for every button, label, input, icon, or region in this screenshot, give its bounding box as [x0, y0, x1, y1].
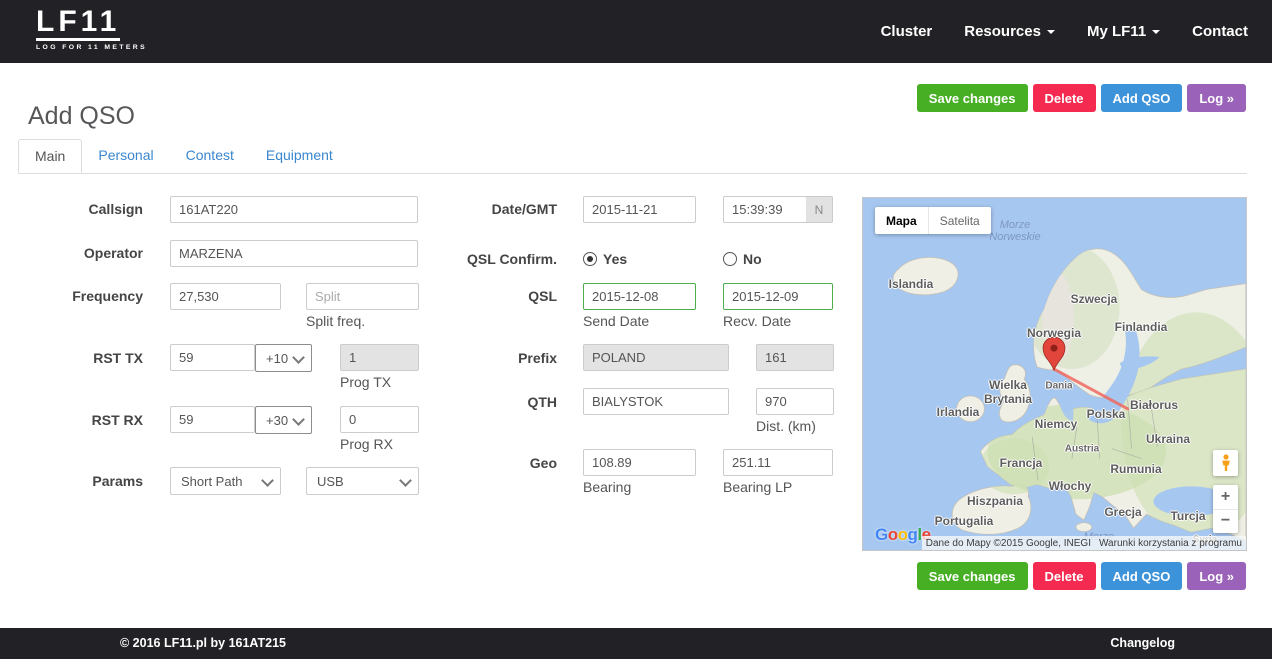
- add-qso-button-bottom[interactable]: Add QSO: [1101, 562, 1183, 590]
- mode-select-wrap: USB: [306, 467, 419, 495]
- tab-personal[interactable]: Personal: [82, 139, 169, 173]
- rst-rx-offset-select-wrap: +30: [255, 406, 312, 434]
- prog-rx-help: Prog RX: [340, 436, 393, 452]
- pegman-icon: [1220, 454, 1232, 472]
- nav-item-my-lf11[interactable]: My LF11: [1087, 23, 1160, 40]
- prog-tx-help: Prog TX: [340, 374, 391, 390]
- time-addon[interactable]: N: [806, 196, 833, 223]
- prog-rx-input[interactable]: [340, 406, 419, 433]
- date-input[interactable]: [583, 196, 696, 223]
- google-map[interactable]: Morze NorweskieIslandiaSzwecjaFinlandiaN…: [862, 197, 1247, 551]
- callsign-input[interactable]: [170, 196, 418, 223]
- log-button-bottom[interactable]: Log »: [1187, 562, 1246, 590]
- page-title: Add QSO: [28, 102, 135, 131]
- geo-label: Geo: [440, 455, 557, 472]
- rst-rx-offset-select[interactable]: +30: [255, 406, 312, 434]
- radio-no-input[interactable]: [723, 252, 737, 266]
- frequency-input[interactable]: [170, 283, 281, 310]
- params-label: Params: [28, 473, 143, 490]
- rst-rx-label: RST RX: [28, 412, 143, 429]
- nav-item-contact[interactable]: Contact: [1192, 23, 1248, 40]
- logo[interactable]: LF11 LOG FOR 11 METERS: [36, 7, 147, 51]
- map-terms-link[interactable]: Warunki korzystania z programu: [1099, 538, 1242, 549]
- actions-top: Save changes Delete Add QSO Log »: [917, 84, 1246, 112]
- recv-date-help: Recv. Date: [723, 313, 791, 329]
- rst-tx-offset-select-wrap: +10: [255, 344, 312, 372]
- logo-divider: [36, 38, 120, 41]
- rst-tx-label: RST TX: [28, 350, 143, 367]
- qsl-confirm-no-radio[interactable]: No: [723, 251, 762, 267]
- map-zoom-control: + −: [1213, 485, 1238, 533]
- distance-help: Dist. (km): [756, 418, 816, 434]
- prefix-code-input: [756, 344, 834, 371]
- prog-tx-input: [340, 344, 419, 371]
- rst-tx-input[interactable]: [170, 344, 255, 371]
- nav-item-cluster[interactable]: Cluster: [881, 23, 933, 40]
- tab-main[interactable]: Main: [18, 139, 82, 173]
- zoom-out-button[interactable]: −: [1213, 510, 1238, 534]
- delete-button-bottom[interactable]: Delete: [1033, 562, 1096, 590]
- date-gmt-label: Date/GMT: [440, 201, 557, 218]
- caret-down-icon: [1047, 30, 1055, 34]
- map-data-credit: Dane do Mapy ©2015 Google, INEGI: [926, 538, 1091, 549]
- path-select-wrap: Short Path: [170, 467, 281, 495]
- changelog-link[interactable]: Changelog: [1110, 636, 1175, 650]
- pegman-control[interactable]: [1213, 450, 1238, 476]
- frequency-label: Frequency: [28, 288, 143, 305]
- path-select[interactable]: Short Path: [170, 467, 281, 495]
- qsl-send-date-input[interactable]: [583, 283, 696, 310]
- split-freq-input[interactable]: [306, 283, 419, 310]
- map-canvas: [863, 198, 1246, 550]
- qsl-confirm-yes-radio[interactable]: Yes: [583, 251, 627, 267]
- tab-contest[interactable]: Contest: [170, 139, 250, 173]
- distance-input[interactable]: [756, 388, 834, 415]
- qsl-confirm-label: QSL Confirm.: [440, 251, 557, 268]
- log-button[interactable]: Log »: [1187, 84, 1246, 112]
- send-date-help: Send Date: [583, 313, 649, 329]
- footer: © 2016 LF11.pl by 161AT215 Changelog: [0, 628, 1272, 659]
- copyright-text: © 2016 LF11.pl by 161AT215: [120, 636, 286, 650]
- bearing-help: Bearing: [583, 479, 631, 495]
- logo-subtitle: LOG FOR 11 METERS: [36, 44, 147, 51]
- map-button[interactable]: Mapa: [875, 207, 928, 234]
- mode-select[interactable]: USB: [306, 467, 419, 495]
- bearing-lp-input[interactable]: [723, 449, 833, 476]
- prefix-country-input: [583, 344, 729, 371]
- bearing-lp-help: Bearing LP: [723, 479, 792, 495]
- bearing-input[interactable]: [583, 449, 696, 476]
- qth-label: QTH: [440, 394, 557, 411]
- logo-title: LF11: [36, 7, 147, 37]
- rst-rx-input[interactable]: [170, 406, 255, 433]
- zoom-in-button[interactable]: +: [1213, 485, 1238, 510]
- operator-input[interactable]: [170, 240, 418, 267]
- delete-button[interactable]: Delete: [1033, 84, 1096, 112]
- time-input[interactable]: [723, 196, 807, 223]
- navbar: LF11 LOG FOR 11 METERS Cluster Resources…: [0, 0, 1272, 63]
- tab-bar: Main Personal Contest Equipment: [18, 139, 1247, 174]
- rst-tx-offset-select[interactable]: +10: [255, 344, 312, 372]
- page: LF11 LOG FOR 11 METERS Cluster Resources…: [0, 0, 1272, 659]
- nav-item-resources[interactable]: Resources: [964, 23, 1055, 40]
- map-type-switcher: Mapa Satelita: [875, 207, 991, 234]
- caret-down-icon: [1152, 30, 1160, 34]
- satellite-button[interactable]: Satelita: [928, 207, 991, 234]
- tab-equipment[interactable]: Equipment: [250, 139, 349, 173]
- qsl-recv-date-input[interactable]: [723, 283, 833, 310]
- operator-label: Operator: [28, 245, 143, 262]
- split-freq-help: Split freq.: [306, 313, 365, 329]
- radio-yes-input[interactable]: [583, 252, 597, 266]
- actions-bottom: Save changes Delete Add QSO Log »: [917, 562, 1246, 590]
- map-attribution: Dane do Mapy ©2015 Google, INEGI Warunki…: [922, 536, 1246, 550]
- prefix-label: Prefix: [440, 350, 557, 367]
- add-qso-button[interactable]: Add QSO: [1101, 84, 1183, 112]
- qth-input[interactable]: [583, 388, 729, 415]
- nav-links: Cluster Resources My LF11 Contact: [881, 0, 1248, 63]
- callsign-label: Callsign: [28, 201, 143, 218]
- save-changes-button-bottom[interactable]: Save changes: [917, 562, 1028, 590]
- qsl-label: QSL: [440, 288, 557, 305]
- save-changes-button[interactable]: Save changes: [917, 84, 1028, 112]
